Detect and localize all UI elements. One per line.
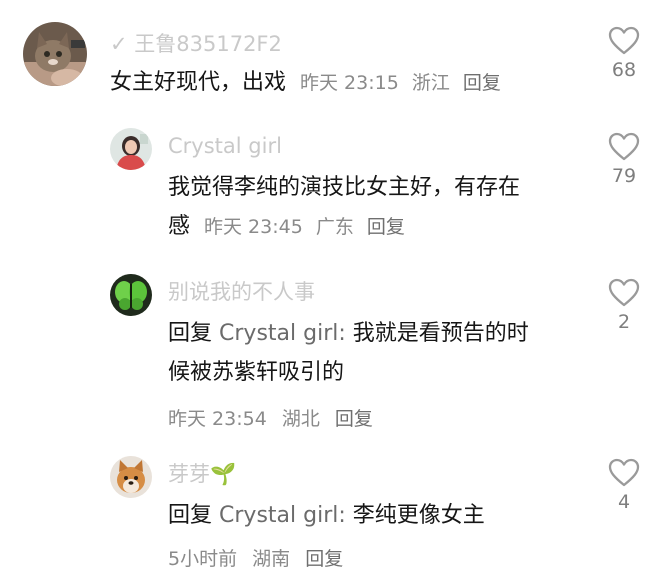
comment-item: Crystal girl 我觉得李纯的演技比女主好，有存在 感 昨天 23:45… [0, 120, 660, 270]
comment-meta: 昨天 23:54 湖北 回复 [168, 404, 382, 431]
girl-avatar-icon [110, 128, 152, 170]
comment-item: ✓ 王鲁835172F2 女主好现代，出戏 昨天 23:15 浙江 回复 68 [0, 0, 660, 120]
comment-content-line: 我觉得李纯的演技比女主好，有存在 [168, 175, 521, 200]
comment-time: 5小时前 [168, 548, 238, 570]
butterfly-avatar-icon [110, 274, 152, 316]
avatar[interactable] [23, 22, 87, 86]
username[interactable]: 芽芽🌱 [168, 458, 236, 488]
comment-time: 昨天 23:54 [168, 408, 267, 430]
like-count: 79 [611, 165, 637, 187]
like-button[interactable]: 2 [602, 278, 646, 333]
like-button[interactable]: 79 [602, 132, 646, 187]
like-button[interactable]: 4 [602, 458, 646, 513]
reply-button[interactable]: 回复 [367, 216, 405, 238]
heart-icon [608, 132, 640, 161]
username[interactable]: 别说我的不人事 [168, 276, 315, 306]
reply-target-user[interactable]: Crystal girl: [219, 321, 346, 346]
cat-avatar-icon [23, 22, 87, 86]
reply-button[interactable]: 回复 [335, 408, 373, 430]
comment-time: 昨天 23:45 [204, 216, 303, 238]
reply-target-user[interactable]: Crystal girl: [219, 503, 346, 528]
comment-text: 回复 Crystal girl: 我就是看预告的时 候被苏紫轩吸引的 [168, 314, 598, 392]
comment-location: 湖南 [252, 548, 291, 570]
like-button[interactable]: 68 [602, 26, 646, 81]
dog-avatar-icon [110, 456, 152, 498]
reply-prefix: 回复 [168, 503, 213, 528]
comment-meta: 5小时前 湖南 回复 [168, 544, 352, 571]
comment-text: 我觉得李纯的演技比女主好，有存在 感 昨天 23:45 广东 回复 [168, 168, 588, 247]
like-count: 2 [617, 311, 631, 333]
comment-location: 广东 [315, 216, 354, 238]
avatar[interactable] [110, 456, 152, 498]
reply-button[interactable]: 回复 [305, 548, 343, 570]
heart-icon [608, 278, 640, 307]
comment-text: 回复 Crystal girl: 李纯更像女主 [168, 496, 598, 535]
comment-content: 李纯更像女主 [345, 503, 485, 528]
heart-icon [608, 458, 640, 487]
comment-meta: 昨天 23:45 广东 回复 [197, 216, 405, 238]
comment-text: 女主好现代，出戏 昨天 23:15 浙江 回复 [110, 63, 501, 103]
comment-location: 浙江 [411, 72, 450, 94]
comment-meta: 昨天 23:15 浙江 回复 [293, 72, 501, 94]
comment-content-line: 回复 Crystal girl: 我就是看预告的时 [168, 314, 598, 353]
comment-location: 湖北 [281, 408, 320, 430]
heart-icon [608, 26, 640, 55]
comment-content: 女主好现代，出戏 [110, 70, 287, 95]
comment-content-line-2: 候被苏紫轩吸引的 [168, 360, 345, 385]
like-count: 4 [617, 491, 631, 513]
username[interactable]: Crystal girl [168, 134, 282, 158]
avatar[interactable] [110, 128, 152, 170]
comment-item: 别说我的不人事 回复 Crystal girl: 我就是看预告的时 候被苏紫轩吸… [0, 270, 660, 450]
comment-content-line-2: 感 昨天 23:45 广东 回复 [168, 207, 588, 247]
comment-content: 感 [168, 214, 191, 239]
reply-button[interactable]: 回复 [463, 72, 501, 94]
like-count: 68 [611, 59, 637, 81]
reply-prefix: 回复 [168, 321, 213, 346]
comment-time: 昨天 23:15 [300, 72, 399, 94]
comment-item: 芽芽🌱 回复 Crystal girl: 李纯更像女主 5小时前 湖南 回复 4 [0, 450, 660, 580]
avatar[interactable] [110, 274, 152, 316]
username[interactable]: ✓ 王鲁835172F2 [110, 28, 282, 58]
comment-content: 我就是看预告的时 [345, 321, 529, 346]
